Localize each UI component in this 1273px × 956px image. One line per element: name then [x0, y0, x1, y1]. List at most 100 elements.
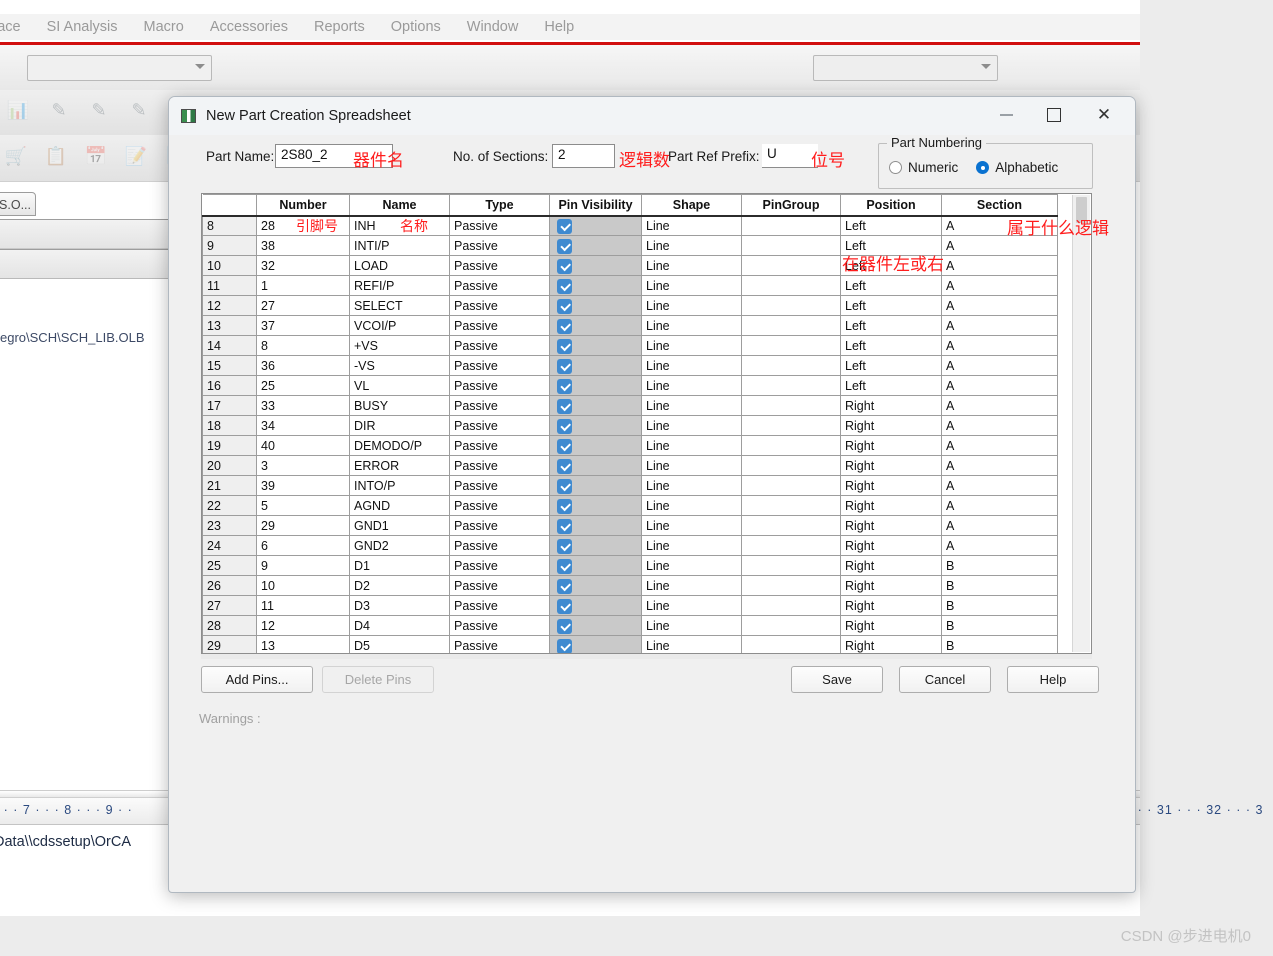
table-row[interactable]: 25 9 D1 Passive Line Right B — [202, 555, 1058, 576]
cell-shape[interactable]: Line — [641, 495, 742, 516]
cell-shape[interactable]: Line — [641, 555, 742, 576]
cell-pin-visibility[interactable] — [549, 275, 642, 296]
cell-pin-type[interactable]: Passive — [449, 295, 550, 316]
cell-pin-name[interactable]: SELECT — [349, 295, 450, 316]
table-row[interactable]: 17 33 BUSY Passive Line Right A — [202, 395, 1058, 416]
cell-position[interactable]: Right — [840, 495, 942, 516]
toolbar-combo-1[interactable] — [27, 55, 212, 81]
cell-position[interactable]: Right — [840, 555, 942, 576]
cell-pin-name[interactable]: D5 — [349, 635, 450, 653]
cell-pin-name[interactable]: DIR — [349, 415, 450, 436]
cell-section[interactable]: A — [941, 455, 1058, 476]
cell-pingroup[interactable] — [741, 575, 841, 596]
cell-shape[interactable]: Line — [641, 595, 742, 616]
checkbox-checked-icon[interactable] — [557, 578, 572, 594]
cell-section[interactable]: A — [941, 335, 1058, 356]
cell-pin-visibility[interactable] — [549, 635, 642, 653]
cancel-button[interactable]: Cancel — [899, 666, 991, 693]
cell-shape[interactable]: Line — [641, 535, 742, 556]
checkbox-checked-icon[interactable] — [557, 238, 572, 254]
radio-alphabetic[interactable]: Alphabetic — [976, 160, 1058, 175]
help-button[interactable]: Help — [1007, 666, 1099, 693]
col-header-pingroup[interactable]: PinGroup — [741, 194, 841, 217]
cell-shape[interactable]: Line — [641, 455, 742, 476]
cell-row-index[interactable]: 11 — [202, 275, 257, 296]
cell-pin-number[interactable]: 10 — [256, 575, 350, 596]
col-header-name[interactable]: Name — [349, 194, 450, 217]
cell-pingroup[interactable] — [741, 395, 841, 416]
cell-row-index[interactable]: 14 — [202, 335, 257, 356]
cell-pingroup[interactable] — [741, 495, 841, 516]
checkbox-checked-icon[interactable] — [557, 258, 572, 274]
cell-pin-visibility[interactable] — [549, 475, 642, 496]
cell-pin-number[interactable]: 1 — [256, 275, 350, 296]
cell-pingroup[interactable] — [741, 635, 841, 653]
cell-position[interactable]: Left — [840, 295, 942, 316]
cell-row-index[interactable]: 29 — [202, 635, 257, 653]
cell-pingroup[interactable] — [741, 315, 841, 336]
cell-pin-type[interactable]: Passive — [449, 475, 550, 496]
cell-pin-type[interactable]: Passive — [449, 315, 550, 336]
cell-position[interactable]: Left — [840, 215, 942, 236]
cell-position[interactable]: Left — [840, 355, 942, 376]
cell-pin-number[interactable]: 5 — [256, 495, 350, 516]
cell-pin-name[interactable]: D3 — [349, 595, 450, 616]
cell-row-index[interactable]: 16 — [202, 375, 257, 396]
cell-pin-name[interactable]: ERROR — [349, 455, 450, 476]
cell-pin-visibility[interactable] — [549, 495, 642, 516]
cell-pin-number[interactable]: 40 — [256, 435, 350, 456]
cell-pin-visibility[interactable] — [549, 375, 642, 396]
menu-item-window[interactable]: Window — [467, 19, 519, 35]
cell-pin-name[interactable]: VCOI/P — [349, 315, 450, 336]
cell-pin-name[interactable]: BUSY — [349, 395, 450, 416]
menu-item-place[interactable]: lace — [0, 19, 21, 35]
cell-pin-visibility[interactable] — [549, 355, 642, 376]
cell-pin-visibility[interactable] — [549, 575, 642, 596]
checkbox-checked-icon[interactable] — [557, 398, 572, 414]
cell-section[interactable]: A — [941, 415, 1058, 436]
checkbox-checked-icon[interactable] — [557, 498, 572, 514]
cell-pin-type[interactable]: Passive — [449, 615, 550, 636]
cell-section[interactable]: A — [941, 495, 1058, 516]
table-row[interactable]: 15 36 -VS Passive Line Left A — [202, 355, 1058, 376]
cell-shape[interactable]: Line — [641, 235, 742, 256]
table-row[interactable]: 26 10 D2 Passive Line Right B — [202, 575, 1058, 596]
cell-pin-type[interactable]: Passive — [449, 255, 550, 276]
menu-item-macro[interactable]: Macro — [144, 19, 184, 35]
checkbox-checked-icon[interactable] — [557, 458, 572, 474]
probe-add-icon[interactable]: ✎ — [85, 95, 113, 125]
cell-pin-name[interactable]: LOAD — [349, 255, 450, 276]
cell-section[interactable]: A — [941, 375, 1058, 396]
cell-pin-type[interactable]: Passive — [449, 355, 550, 376]
cell-row-index[interactable]: 20 — [202, 455, 257, 476]
menu-item-options[interactable]: Options — [391, 19, 441, 35]
cell-pin-type[interactable]: Passive — [449, 435, 550, 456]
cell-pin-visibility[interactable] — [549, 315, 642, 336]
checkbox-checked-icon[interactable] — [557, 538, 572, 554]
edit-part-icon[interactable]: 📝 — [122, 141, 150, 171]
cell-position[interactable]: Left — [840, 315, 942, 336]
cell-section[interactable]: A — [941, 535, 1058, 556]
prefix-input[interactable]: U — [762, 144, 818, 168]
cell-pin-number[interactable]: 36 — [256, 355, 350, 376]
cell-pingroup[interactable] — [741, 615, 841, 636]
place-net-icon[interactable]: 📊 — [4, 95, 32, 125]
table-row[interactable]: 24 6 GND2 Passive Line Right A — [202, 535, 1058, 556]
add-pins-button[interactable]: Add Pins... — [201, 666, 313, 693]
maximize-button[interactable] — [1031, 97, 1077, 133]
cell-pin-number[interactable]: 13 — [256, 635, 350, 653]
cell-row-index[interactable]: 27 — [202, 595, 257, 616]
cell-pin-name[interactable]: VL — [349, 375, 450, 396]
cell-pin-visibility[interactable] — [549, 455, 642, 476]
pin-spreadsheet[interactable]: Number Name Type Pin Visibility Shape Pi… — [201, 193, 1092, 654]
cell-pin-name[interactable]: GND1 — [349, 515, 450, 536]
cell-pin-number[interactable]: 27 — [256, 295, 350, 316]
cell-pingroup[interactable] — [741, 435, 841, 456]
cell-row-index[interactable]: 26 — [202, 575, 257, 596]
cell-pingroup[interactable] — [741, 215, 841, 236]
table-row[interactable]: 16 25 VL Passive Line Left A — [202, 375, 1058, 396]
cell-pin-number[interactable]: 38 — [256, 235, 350, 256]
col-header-number[interactable]: Number — [256, 194, 350, 217]
cell-section[interactable]: A — [941, 355, 1058, 376]
table-row[interactable]: 14 8 +VS Passive Line Left A — [202, 335, 1058, 356]
